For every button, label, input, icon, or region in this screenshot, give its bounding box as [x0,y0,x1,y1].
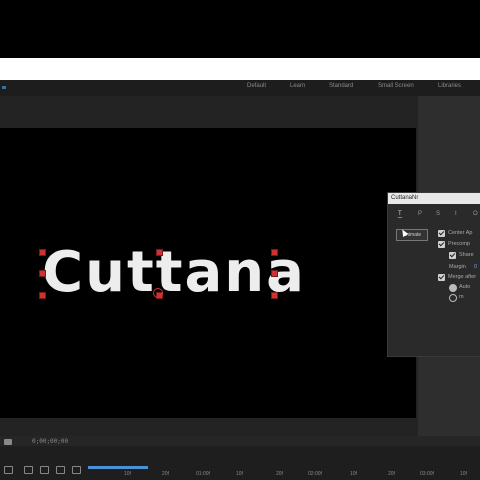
timeline-header: 0;00;00;00 [0,436,480,446]
top-black-area [0,0,480,58]
anchor-point-icon[interactable] [153,288,163,298]
timecode[interactable]: 0;00;00;00 [32,438,68,445]
transform-handle-tm[interactable] [156,249,163,256]
merge-after-checkbox[interactable] [438,274,445,281]
transform-handle-tl[interactable] [39,249,46,256]
camera-icon[interactable] [4,439,12,445]
m-radio[interactable] [449,294,457,302]
window-white-bar [0,58,480,80]
panel-tab-p[interactable]: P [418,211,422,217]
workspace-indicator-icon [2,86,6,89]
merge-after-label: Merge after [448,274,477,280]
panel-tab-t[interactable]: T [398,211,402,218]
panel-title: CuttanaNr [388,193,480,204]
transform-handle-br[interactable] [271,292,278,299]
motion-blur-icon[interactable] [24,466,33,474]
ruler-tick: 02:00f [308,471,322,477]
panel-tabs: T P S I O [388,211,480,221]
center-label: Center Ap [448,230,473,236]
auto-radio[interactable] [449,284,457,292]
workspace-tab-learn[interactable]: Learn [290,83,305,89]
m-label: m [459,294,464,300]
workspace-tab-default[interactable]: Default [247,83,266,89]
panel-tab-o[interactable]: O [473,211,478,217]
ruler-tick: 20f [276,471,283,477]
ruler-tick: 10f [350,471,357,477]
work-area-bar[interactable] [88,466,148,469]
panel-tab-s[interactable]: S [436,211,440,217]
margin-value[interactable]: 0 [474,264,477,270]
center-checkbox[interactable] [438,230,445,237]
auto-label: Auto [459,284,471,290]
graph-editor-icon[interactable] [56,466,65,474]
ruler-tick: 10f [236,471,243,477]
transform-handle-mr[interactable] [271,270,278,277]
ruler-tick: 10f [460,471,467,477]
transform-handle-ml[interactable] [39,270,46,277]
precomp-label: Precomp [448,241,471,247]
cuttana-panel: CuttanaNr T P S I O Animate Center Ap Pr… [387,192,480,357]
shy-icon[interactable] [4,466,13,474]
share-label: Share [459,252,474,258]
ruler-tick: 20f [162,471,169,477]
ruler-tick: 01:00f [196,471,210,477]
timeline-tools [4,466,84,476]
panel-tab-i[interactable]: I [455,211,457,217]
transform-handle-tr[interactable] [271,249,278,256]
workspace-tab-small-screen[interactable]: Small Screen [378,83,414,89]
workspace-tab-libraries[interactable]: Libraries [438,83,461,89]
ruler-tick: 03:00f [420,471,434,477]
composition-text-layer[interactable]: Cuttana [42,240,306,305]
transform-handle-bl[interactable] [39,292,46,299]
workspace-tab-standard[interactable]: Standard [329,83,353,89]
time-ruler[interactable]: 10f 20f 01:00f 10f 20f 02:00f 10f 20f 03… [88,466,480,478]
workspace-bar: Default Learn Standard Small Screen Libr… [0,80,480,97]
frame-blend-icon[interactable] [40,466,49,474]
precomp-checkbox[interactable] [438,241,445,248]
timeline-panel: 0;00;00;00 10f 20f 01:00f 10f 20f 02:00f… [0,436,480,480]
margin-label: Margin [449,264,466,270]
layer-icon[interactable] [72,466,81,474]
share-checkbox[interactable] [449,252,456,259]
ruler-tick: 10f [124,471,131,477]
ruler-tick: 20f [388,471,395,477]
